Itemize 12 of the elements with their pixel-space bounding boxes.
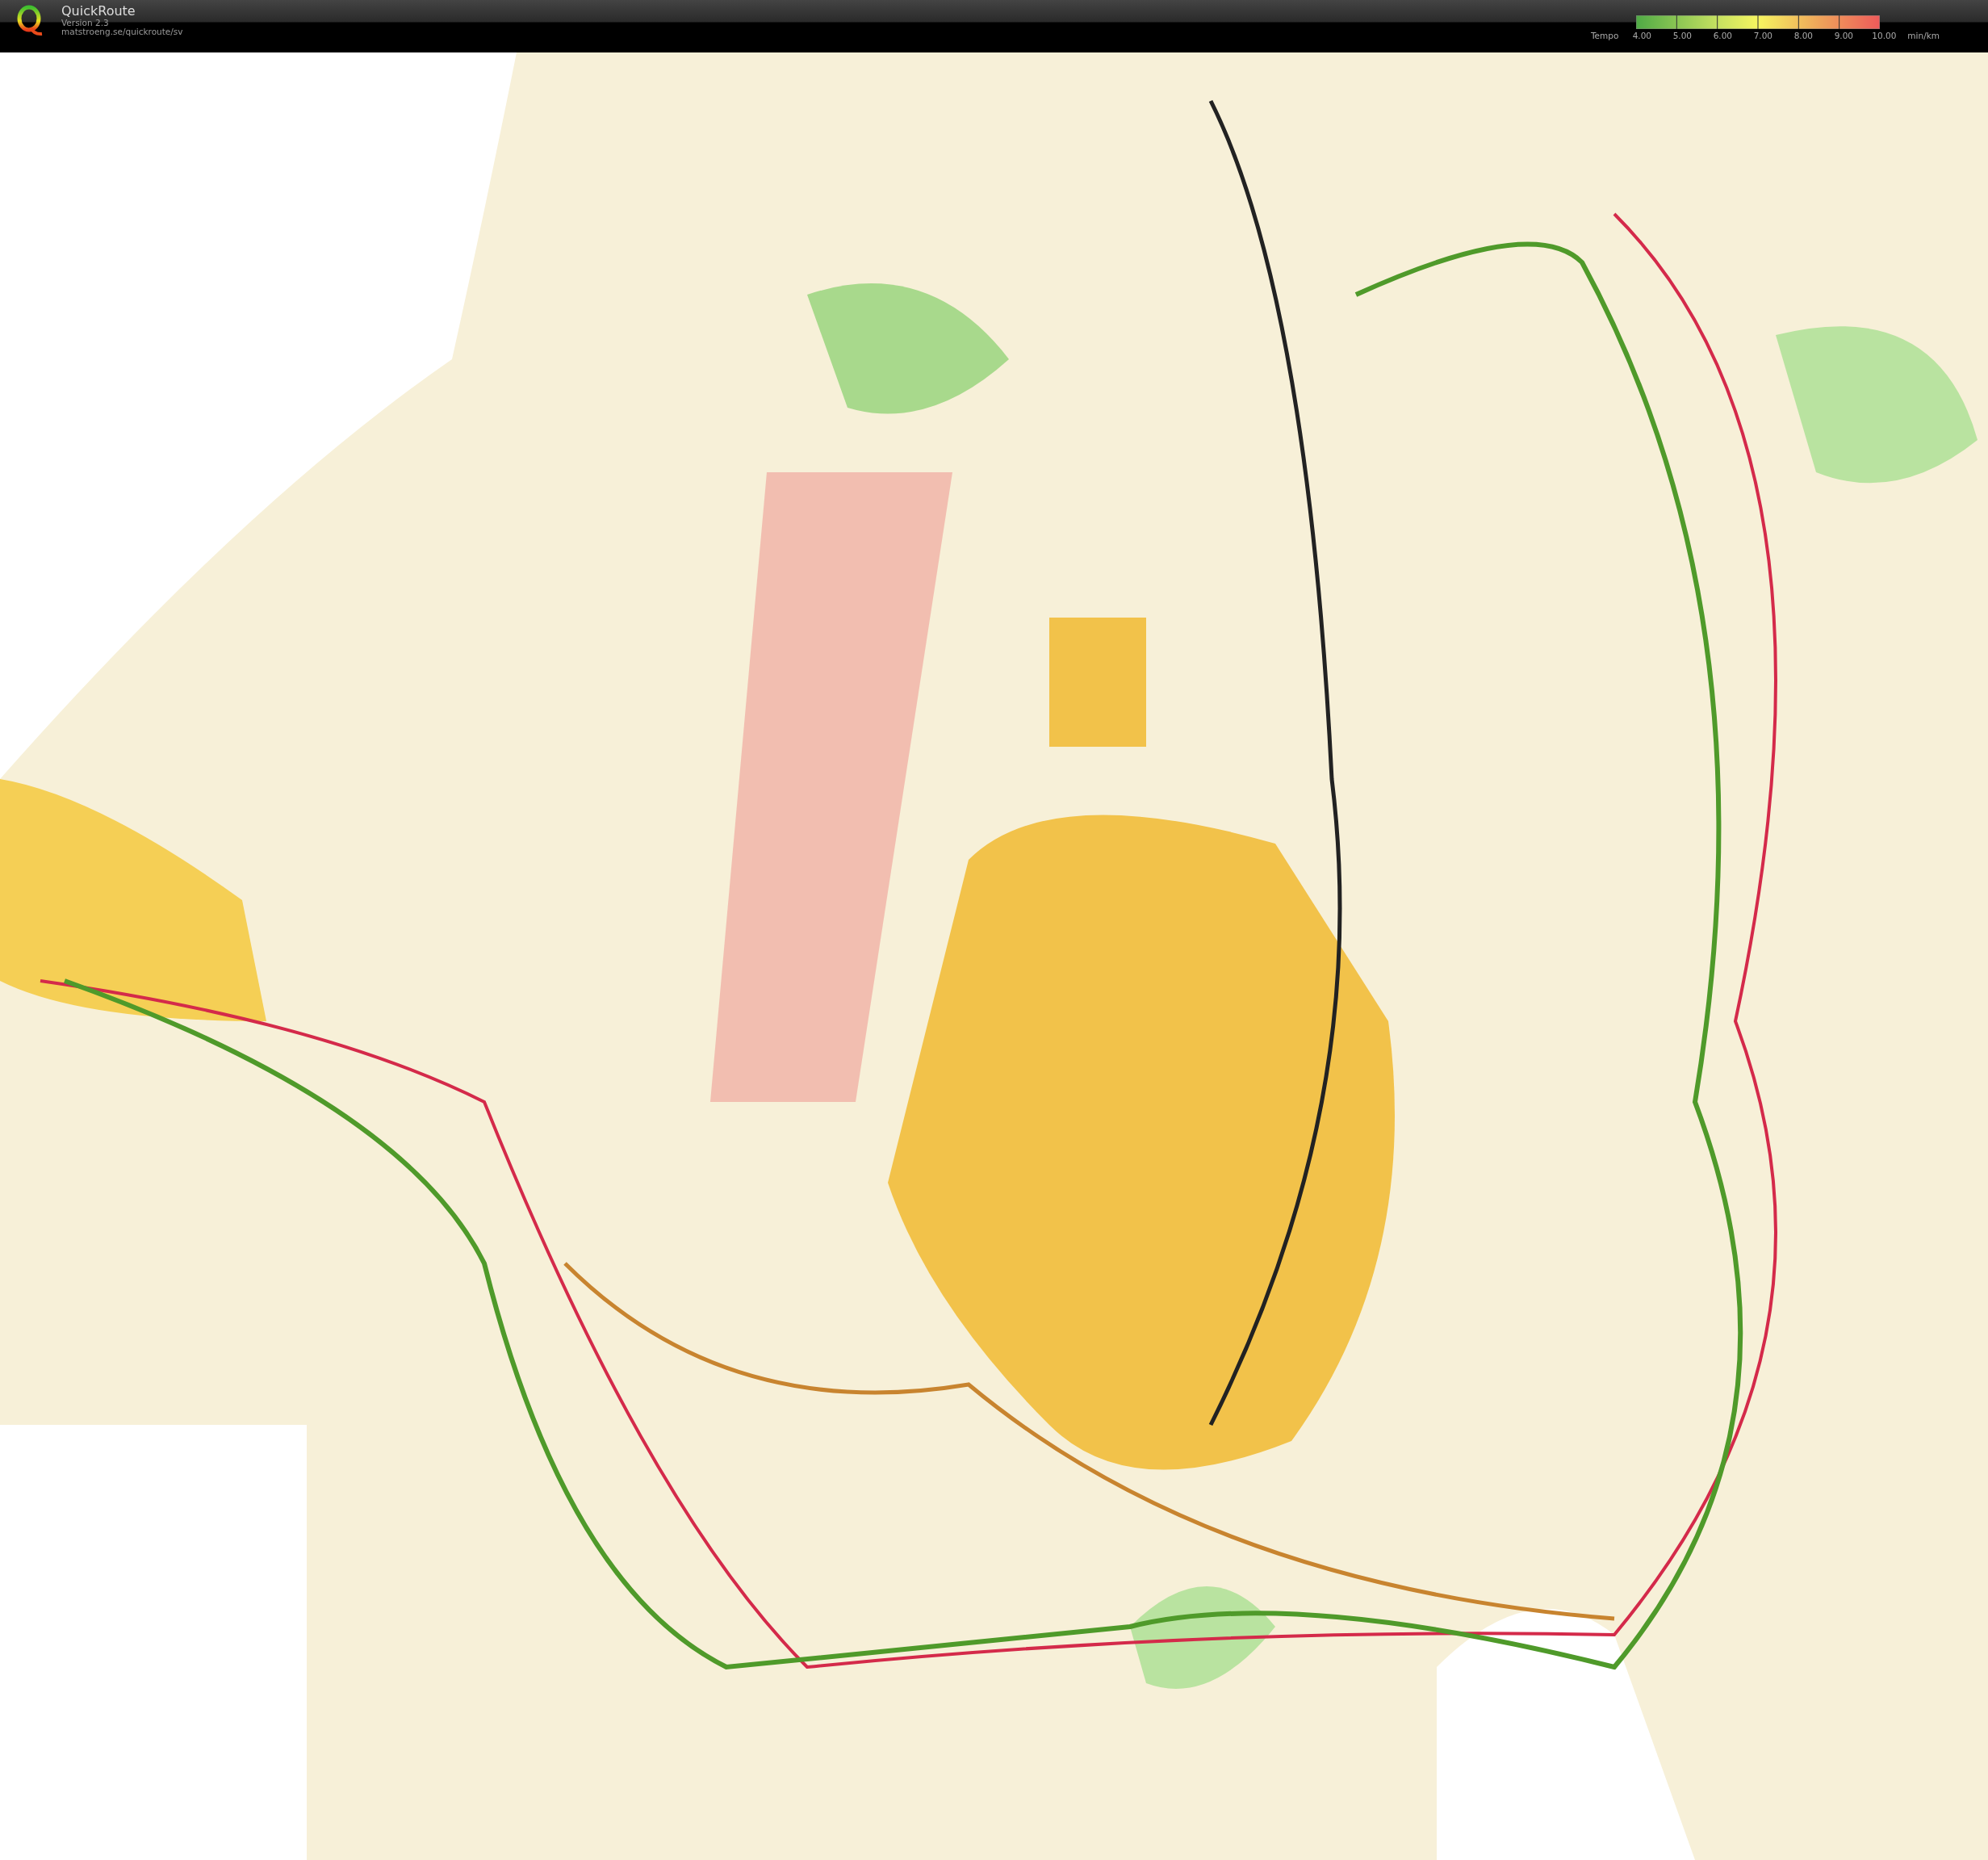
unit-label: min/km <box>1907 31 1940 40</box>
version-text: Version 2.3 <box>61 18 110 27</box>
tempo-tick-label: 4.00 <box>1631 31 1653 40</box>
tempo-tick-label: 8.00 <box>1793 31 1814 40</box>
tempo-label: Tempo <box>1590 31 1619 40</box>
tempo-tick-label: 5.00 <box>1672 31 1693 40</box>
app-title: QuickRoute <box>61 5 136 19</box>
tempo-tick-label: 10.00 <box>1871 31 1898 40</box>
tempo-tick-label: 9.00 <box>1833 31 1855 40</box>
tempo-tick-label: 7.00 <box>1752 31 1774 40</box>
website-link[interactable]: matstroeng.se/quickroute/sv <box>61 27 183 36</box>
tempo-tick-label: 6.00 <box>1712 31 1734 40</box>
